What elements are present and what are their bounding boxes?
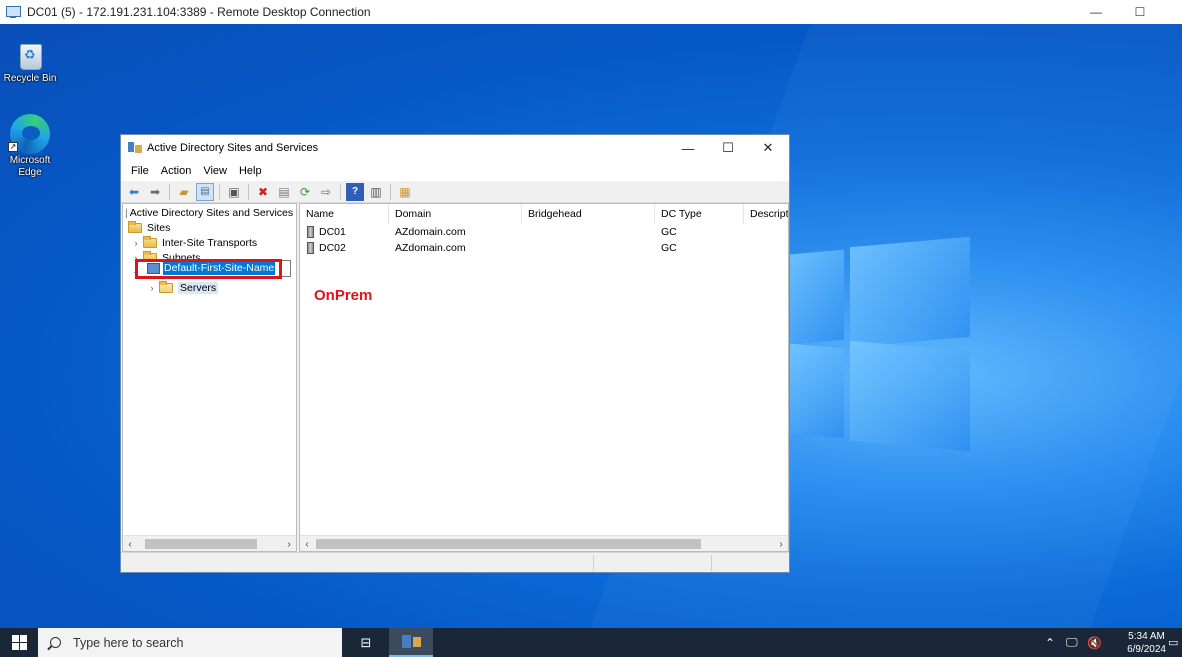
notification-center-icon[interactable]: ▭ — [1168, 628, 1178, 657]
window-title-bar: Active Directory Sites and Services — ☐ … — [121, 135, 789, 161]
scroll-right-icon[interactable]: › — [774, 536, 788, 551]
clock-time: 5:34 AM — [1128, 631, 1165, 642]
rdp-minimize-button[interactable]: — — [1073, 0, 1119, 24]
menu-bar: File Action View Help — [121, 161, 789, 181]
maximize-button[interactable]: ☐ — [708, 135, 748, 161]
scroll-thumb[interactable] — [316, 539, 701, 549]
tree-item-servers[interactable]: › Servers — [147, 280, 219, 295]
close-button[interactable]: ✕ — [748, 135, 788, 161]
rdp-title: DC01 (5) - 172.191.231.104:3389 - Remote… — [27, 5, 371, 19]
server-name: DC02 — [319, 242, 346, 254]
server-name: DC01 — [319, 226, 346, 238]
help-icon[interactable]: ? — [346, 182, 364, 201]
ad-sites-services-window: Active Directory Sites and Services — ☐ … — [120, 134, 790, 573]
scroll-thumb[interactable] — [145, 539, 257, 549]
search-placeholder: Type here to search — [73, 635, 184, 650]
tree-item-servers-label: Servers — [178, 281, 219, 294]
column-header-name[interactable]: Name — [300, 204, 389, 224]
tree-pane: | Active Directory Sites and Services [ … — [122, 203, 297, 552]
folder-icon — [143, 235, 157, 248]
menu-file[interactable]: File — [125, 165, 155, 177]
rdp-title-bar: DC01 (5) - 172.191.231.104:3389 - Remote… — [0, 0, 1182, 24]
forward-arrow-icon[interactable]: ➡ — [146, 183, 164, 201]
tree-item-sites[interactable]: Sites — [128, 220, 170, 235]
toolbar: ⬅ ➡ ▰ ▤ ▣ ✖ ▤ ⟳ ⇨ ? ▥ ▦ — [121, 181, 789, 203]
taskbar-search-box[interactable]: Type here to search — [38, 628, 342, 657]
folder-icon — [159, 280, 173, 293]
show-tree-icon[interactable]: ▤ — [196, 182, 214, 201]
taskbar-clock[interactable]: 5:34 AM 6/9/2024 — [1127, 630, 1166, 656]
taskbar-ad-sites-app-icon[interactable] — [389, 628, 433, 657]
new-site-icon[interactable]: ▦ — [396, 183, 414, 201]
up-folder-icon[interactable]: ▰ — [175, 183, 193, 201]
scroll-right-icon[interactable]: › — [282, 536, 296, 551]
export-list-icon[interactable]: ⇨ — [317, 183, 335, 201]
scroll-left-icon[interactable]: ‹ — [123, 536, 137, 551]
start-button[interactable] — [0, 628, 38, 657]
server-dc-type: GC — [661, 242, 677, 254]
server-domain: AZdomain.com — [395, 226, 466, 238]
tree-root[interactable]: | Active Directory Sites and Services [ — [125, 205, 297, 220]
scroll-left-icon[interactable]: ‹ — [300, 536, 314, 551]
volume-muted-icon[interactable]: 🔇 — [1087, 628, 1102, 657]
recycle-bin-icon — [16, 38, 44, 70]
highlight-annotation-box — [135, 259, 282, 279]
column-header-bridgehead[interactable]: Bridgehead — [522, 204, 655, 224]
window-title: Active Directory Sites and Services — [147, 142, 319, 154]
properties-icon[interactable]: ▤ — [275, 183, 293, 201]
server-domain: AZdomain.com — [395, 242, 466, 254]
column-header-dc-type[interactable]: DC Type — [655, 204, 744, 224]
status-bar — [121, 552, 789, 572]
list-horizontal-scrollbar[interactable]: ‹ › — [300, 535, 788, 551]
tree-root-label: Active Directory Sites and Services [ — [129, 206, 297, 219]
remote-desktop-icon — [6, 5, 22, 19]
task-view-icon[interactable]: ⊟ — [344, 628, 388, 657]
menu-view[interactable]: View — [197, 165, 233, 177]
column-header-domain[interactable]: Domain — [389, 204, 522, 224]
clipboard-icon[interactable]: ▣ — [225, 183, 243, 201]
search-icon — [50, 637, 61, 648]
menu-help[interactable]: Help — [233, 165, 268, 177]
windows-start-icon — [11, 635, 27, 650]
back-arrow-icon[interactable]: ⬅ — [125, 183, 143, 201]
chevron-right-icon[interactable]: › — [131, 238, 141, 248]
list-item[interactable]: DC02 — [307, 240, 346, 256]
menu-action[interactable]: Action — [155, 165, 198, 177]
shortcut-arrow-icon: ↗ — [8, 142, 18, 152]
tree-item-inter-site-label: Inter-Site Transports — [162, 236, 258, 249]
clock-date: 6/9/2024 — [1127, 644, 1166, 655]
tree-line: | — [125, 206, 128, 219]
tree-horizontal-scrollbar[interactable]: ‹ › — [123, 535, 296, 551]
tree-item-sites-label: Sites — [147, 221, 171, 234]
minimize-button[interactable]: — — [668, 135, 708, 161]
network-icon[interactable]: 🖵 — [1066, 628, 1078, 657]
chevron-right-icon[interactable]: › — [147, 283, 157, 293]
tree-item-inter-site-transports[interactable]: › Inter-Site Transports — [131, 235, 257, 250]
edge-label: Microsoft Edge — [9, 155, 51, 178]
ad-sites-icon — [128, 142, 142, 154]
taskbar: Type here to search ⊟ ⌃ 🖵 🔇 5:34 AM 6/9/… — [0, 628, 1182, 657]
show-hide-action-pane-icon[interactable]: ▥ — [367, 183, 385, 201]
column-header-description[interactable]: Descript — [744, 204, 788, 224]
refresh-icon[interactable]: ⟳ — [296, 183, 314, 201]
list-pane: Name Domain Bridgehead DC Type Descript … — [299, 203, 789, 552]
rdp-maximize-button[interactable]: ☐ — [1117, 0, 1163, 24]
server-icon — [307, 242, 314, 254]
list-item[interactable]: DC01 — [307, 224, 346, 240]
recycle-bin-label: Recycle Bin — [3, 73, 57, 84]
folder-icon — [128, 220, 142, 233]
show-hidden-icons-chevron-icon[interactable]: ⌃ — [1045, 628, 1055, 657]
server-dc-type: GC — [661, 226, 677, 238]
server-icon — [307, 226, 314, 238]
delete-icon[interactable]: ✖ — [254, 183, 272, 201]
desktop: Recycle Bin ↗ Microsoft Edge Active Dire… — [0, 24, 1182, 628]
onprem-annotation: OnPrem — [314, 287, 373, 304]
